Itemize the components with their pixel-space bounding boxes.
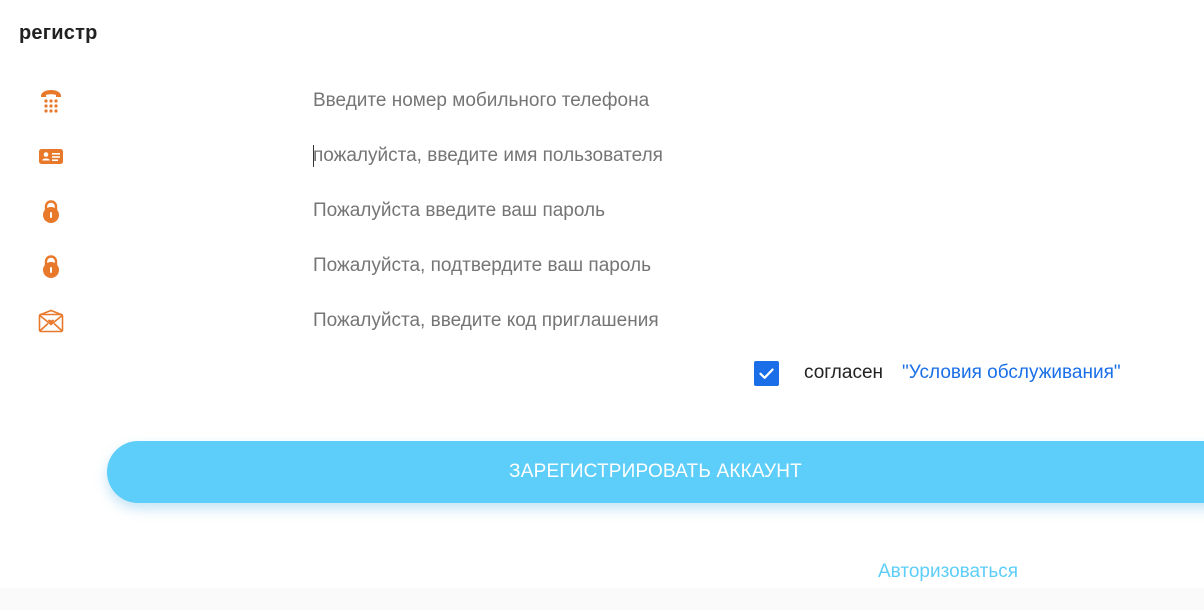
id-card-icon — [38, 143, 64, 169]
footer-band — [0, 588, 1204, 610]
username-input[interactable] — [313, 140, 1073, 172]
terms-of-service-link[interactable]: "Условия обслуживания" — [902, 362, 1121, 384]
phone-field-row — [0, 81, 1204, 121]
invite-code-input[interactable] — [313, 305, 1073, 337]
lock-icon — [38, 198, 64, 224]
checkmark-icon — [759, 368, 774, 379]
confirm-password-field-row — [0, 246, 1204, 286]
register-page: регистр Введите номер мобильного телефон… — [0, 0, 1204, 610]
confirm-password-input[interactable] — [313, 250, 1073, 282]
login-link[interactable]: Авторизоваться — [878, 561, 1018, 583]
username-field-row — [0, 136, 1204, 176]
lock-icon — [38, 253, 64, 279]
invite-code-field-row — [0, 301, 1204, 341]
agree-checkbox[interactable] — [754, 361, 779, 386]
page-title: регистр — [19, 22, 98, 44]
password-field-row — [0, 191, 1204, 231]
register-button-label: ЗАРЕГИСТРИРОВАТЬ АККАУНТ — [509, 461, 802, 482]
phone-icon — [38, 88, 64, 114]
password-input[interactable] — [313, 195, 1073, 227]
agree-label: согласен — [804, 362, 884, 383]
envelope-icon — [38, 308, 64, 334]
phone-input[interactable] — [313, 85, 1073, 117]
register-account-button[interactable]: ЗАРЕГИСТРИРОВАТЬ АККАУНТ — [107, 441, 1204, 503]
